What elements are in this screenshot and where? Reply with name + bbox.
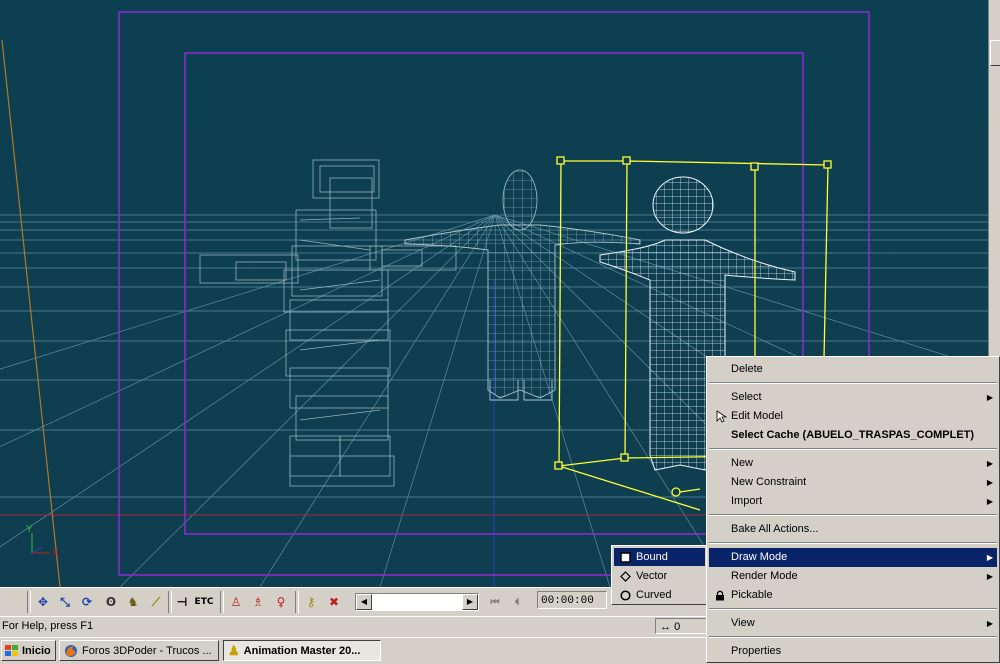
pose-tool-2-icon[interactable]: ♗: [248, 592, 268, 612]
menu-divider: [709, 636, 997, 638]
mouse-cursor-icon: [716, 410, 727, 423]
menu-item-properties[interactable]: Properties: [709, 642, 997, 661]
status-coordinate-field: ↔ 0: [655, 618, 707, 634]
coordinate-value: 0: [674, 621, 681, 633]
menu-item-label: Draw Mode: [731, 551, 788, 563]
menu-item-import[interactable]: Import ▶: [709, 492, 997, 511]
menu-item-label: Bound: [636, 551, 668, 563]
menu-item-label: Bake All Actions...: [731, 523, 819, 535]
menu-item-label: Vector: [636, 570, 668, 582]
menu-item-label: Curved: [636, 589, 672, 601]
menu-item-label: Edit Model: [731, 410, 783, 422]
menu-item-draw-mode[interactable]: Draw Mode ▶: [709, 548, 997, 567]
menu-item-label: New: [731, 457, 754, 469]
status-help-text: For Help, press F1: [2, 620, 94, 632]
submenu-arrow-icon: ▶: [986, 619, 993, 628]
move-tool-icon[interactable]: ✥: [33, 592, 53, 612]
menu-divider: [709, 514, 997, 516]
taskbar-item-label: Animation Master 20...: [243, 644, 361, 657]
toolbar-separator: [27, 591, 31, 613]
menu-item-edit-model[interactable]: Edit Model: [709, 407, 997, 426]
submenu-arrow-icon: ▶: [986, 572, 993, 581]
toolbar-separator: [295, 591, 299, 613]
taskbar-item-firefox[interactable]: Foros 3DPoder - Trucos ...: [59, 640, 219, 661]
menu-item-label: Delete: [731, 363, 763, 375]
submenu-arrow-icon: ▶: [986, 478, 993, 487]
timeline-right-arrow-icon[interactable]: ▶: [462, 594, 478, 610]
submenu-arrow-icon: ▶: [986, 497, 993, 506]
bones-tool-icon[interactable]: ʘ: [101, 592, 121, 612]
timeline-left-arrow-icon[interactable]: ◀: [356, 594, 372, 610]
previous-frame-icon[interactable]: ⏴: [507, 592, 527, 612]
menu-divider: [709, 608, 997, 610]
menu-item-render-mode[interactable]: Render Mode ▶: [709, 567, 997, 586]
time-field[interactable]: 00:00:00: [537, 591, 607, 609]
menu-item-label: View: [731, 617, 755, 629]
submenu-item-bound[interactable]: Bound: [614, 548, 705, 566]
menu-item-select-cache[interactable]: Select Cache (ABUELO_TRASPAS_COMPLET): [709, 426, 997, 445]
taskbar-item-label: Foros 3DPoder - Trucos ...: [82, 644, 212, 657]
submenu-arrow-icon: ▶: [986, 459, 993, 468]
submenu-arrow-icon: ▶: [986, 393, 993, 402]
menu-item-view[interactable]: View ▶: [709, 614, 997, 633]
animation-master-icon: ♟: [228, 642, 240, 658]
scale-tool-icon[interactable]: ⤡: [55, 592, 75, 612]
axis-label-x: X: [52, 548, 59, 559]
menu-item-label: Select: [731, 391, 762, 403]
menu-item-delete[interactable]: Delete: [709, 360, 997, 379]
menu-item-new-constraint[interactable]: New Constraint ▶: [709, 473, 997, 492]
menu-divider: [709, 382, 997, 384]
menu-item-new[interactable]: New ▶: [709, 454, 997, 473]
path-tool-icon[interactable]: ⟋: [146, 592, 166, 612]
menu-item-label: Properties: [731, 645, 782, 657]
etc-tool-button[interactable]: ETC: [193, 592, 215, 612]
submenu-item-curved[interactable]: Curved: [614, 586, 705, 604]
go-to-start-icon[interactable]: ⏮: [485, 592, 505, 612]
delete-key-icon[interactable]: ✖: [324, 592, 344, 612]
toolbar-separator: [220, 591, 224, 613]
rotate-tool-icon[interactable]: ⟳: [77, 592, 97, 612]
menu-item-select[interactable]: Select ▶: [709, 388, 997, 407]
firefox-icon: [65, 644, 77, 657]
menu-divider: [709, 542, 997, 544]
context-menu: Delete Select ▶ Edit Model Select Cache (…: [706, 356, 1000, 663]
start-label: Inicio: [22, 644, 51, 657]
timeline-slider[interactable]: ◀ ▶: [355, 593, 479, 611]
diamond-icon: [620, 571, 631, 582]
menu-item-label: Render Mode: [731, 570, 798, 582]
taskbar-item-animation-master[interactable]: ♟ Animation Master 20...: [223, 640, 381, 661]
skin-tool-icon[interactable]: ♞: [123, 592, 143, 612]
menu-divider: [709, 448, 997, 450]
menu-item-label: Select Cache (ABUELO_TRASPAS_COMPLET): [731, 429, 975, 441]
square-icon: [620, 552, 631, 563]
resize-icon: ↔: [660, 621, 671, 633]
windows-logo-icon: [5, 644, 18, 656]
menu-item-pickable[interactable]: Pickable: [709, 586, 997, 605]
axis-label-y: Y: [26, 524, 33, 535]
menu-item-bake-all-actions[interactable]: Bake All Actions...: [709, 520, 997, 539]
character-tool-icon[interactable]: ♀: [271, 592, 291, 612]
scrollbar-thumb[interactable]: [990, 40, 1000, 66]
submenu-item-vector[interactable]: Vector: [614, 567, 705, 585]
submenu-arrow-icon: ▶: [986, 553, 993, 562]
circle-icon: [620, 590, 631, 601]
menu-item-label: Import: [731, 495, 763, 507]
menu-item-label: New Constraint: [731, 476, 807, 488]
start-button[interactable]: Inicio: [1, 640, 56, 661]
constraint-tool-icon[interactable]: ⊣: [172, 592, 192, 612]
menu-item-label: Pickable: [731, 589, 773, 601]
key-tool-icon[interactable]: ⚷: [301, 592, 321, 612]
draw-mode-submenu: Bound Vector Curved: [611, 545, 708, 605]
lock-icon: [716, 590, 724, 601]
pose-tool-icon[interactable]: ♙: [226, 592, 246, 612]
